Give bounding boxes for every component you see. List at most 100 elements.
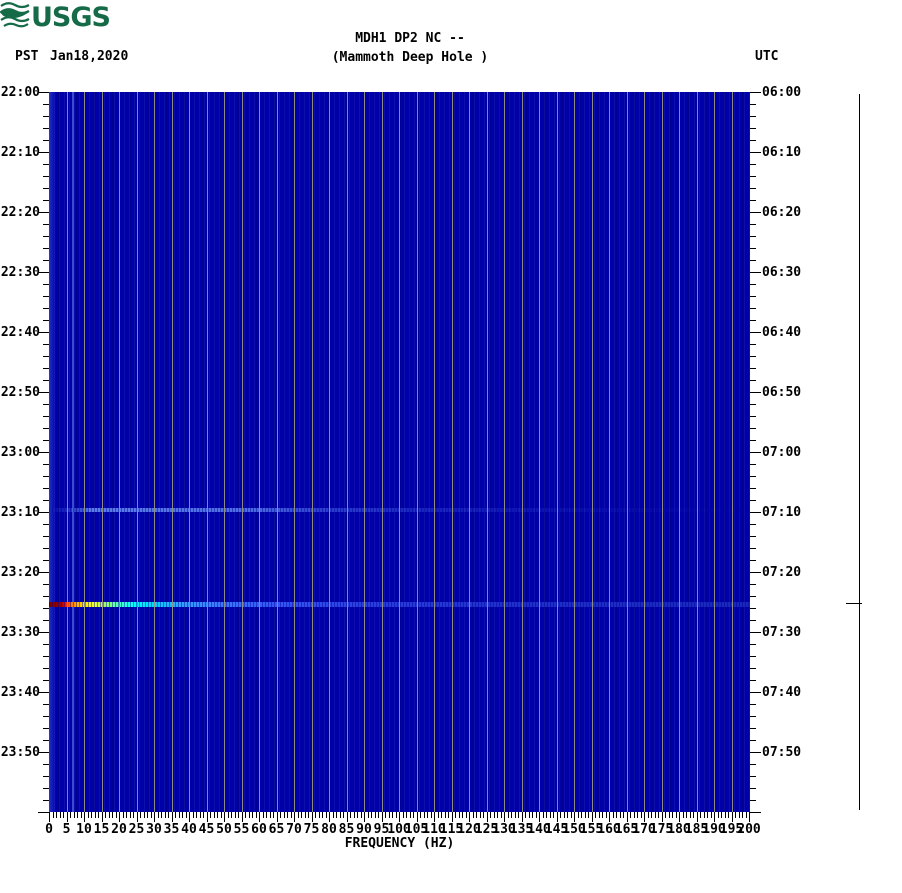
right-time-tick [750, 680, 756, 681]
freq-tick [122, 812, 124, 818]
freq-tick [101, 812, 103, 822]
freq-tick [535, 812, 537, 818]
gridline-135hz [521, 92, 523, 812]
gridline-80hz [329, 92, 330, 812]
freq-tick [332, 812, 334, 818]
freq-tick [521, 812, 523, 822]
left-time-label: 23:30 [0, 625, 40, 640]
freq-tick [633, 812, 635, 818]
freq-tick [476, 812, 477, 818]
freq-tick [441, 812, 442, 818]
left-time-tick [43, 188, 49, 189]
left-time-label: 22:20 [0, 205, 40, 220]
right-time-tick [750, 488, 756, 489]
gridline-145hz [556, 92, 558, 812]
freq-tick [357, 812, 358, 818]
gridline-125hz [486, 92, 488, 812]
gridline-30hz [154, 92, 155, 812]
freq-tick [612, 812, 614, 818]
freq-tick [231, 812, 232, 818]
freq-tick [77, 812, 78, 818]
left-time-tick [43, 380, 49, 381]
right-time-tick [750, 476, 756, 477]
freq-tick [661, 812, 663, 822]
right-time-tick [750, 164, 756, 165]
freq-tick [413, 812, 414, 818]
right-time-tick [750, 632, 761, 633]
right-time-tick [750, 776, 756, 777]
left-time-tick [43, 488, 49, 489]
freq-tick [66, 812, 68, 822]
freq-tick [430, 812, 432, 818]
freq-tick [182, 812, 183, 818]
freq-tick [381, 812, 383, 822]
freq-tick [234, 812, 236, 818]
right-time-label: 07:30 [762, 625, 802, 640]
freq-tick [126, 812, 127, 818]
left-time-tick [43, 596, 49, 597]
freq-tick [84, 812, 85, 822]
gridline-90hz [364, 92, 365, 812]
freq-tick [322, 812, 323, 818]
freq-tick [542, 812, 544, 818]
freq-tick [546, 812, 547, 818]
right-time-label: 07:00 [762, 445, 802, 460]
freq-tick [378, 812, 379, 818]
freq-tick [210, 812, 211, 818]
freq-tick [385, 812, 386, 818]
left-time-tick [43, 248, 49, 249]
right-time-tick [750, 560, 756, 561]
freq-tick [420, 812, 421, 818]
freq-tick [178, 812, 180, 818]
freq-tick [539, 812, 540, 822]
freq-tick [609, 812, 610, 822]
left-time-tick [43, 440, 49, 441]
gridline-60hz [259, 92, 260, 812]
right-time-tick [750, 608, 756, 609]
freq-tick [87, 812, 89, 818]
left-time-tick [43, 416, 49, 417]
freq-tick [682, 812, 684, 818]
left-time-tick [43, 224, 49, 225]
freq-tick [717, 812, 719, 818]
right-time-tick [750, 524, 756, 525]
freq-tick [203, 812, 204, 818]
freq-tick [224, 812, 225, 822]
freq-tick [399, 812, 400, 822]
freq-tick [315, 812, 316, 818]
freq-tick [290, 812, 292, 818]
right-time-tick [750, 224, 756, 225]
freq-tick [675, 812, 677, 818]
freq-tick [728, 812, 729, 818]
freq-tick [668, 812, 670, 818]
freq-tick [318, 812, 320, 818]
freq-tick [269, 812, 271, 818]
freq-tick [549, 812, 551, 818]
freq-tick [570, 812, 572, 818]
freq-tick [238, 812, 239, 818]
right-time-tick [750, 788, 756, 789]
right-time-tick [750, 416, 756, 417]
left-time-tick [43, 764, 49, 765]
freq-tick [262, 812, 264, 818]
left-time-tick [43, 560, 49, 561]
freq-tick [308, 812, 309, 818]
freq-tick [588, 812, 589, 818]
date-label: Jan18,2020 [50, 49, 129, 64]
freq-tick [469, 812, 470, 822]
right-time-tick [750, 692, 761, 693]
right-time-tick [750, 200, 756, 201]
freq-tick [301, 812, 302, 818]
freq-tick [98, 812, 99, 818]
left-time-tick [43, 308, 49, 309]
right-time-tick [750, 320, 756, 321]
gridline-180hz [679, 92, 680, 812]
freq-tick [458, 812, 460, 818]
freq-tick [595, 812, 596, 818]
freq-tick [266, 812, 267, 818]
spectrogram-page: USGS MDH1 DP2 NC -- (Mammoth Deep Hole )… [0, 0, 902, 893]
freq-tick [364, 812, 365, 822]
freq-tick [553, 812, 554, 818]
gridline-70hz [294, 92, 295, 812]
right-time-tick [750, 368, 756, 369]
